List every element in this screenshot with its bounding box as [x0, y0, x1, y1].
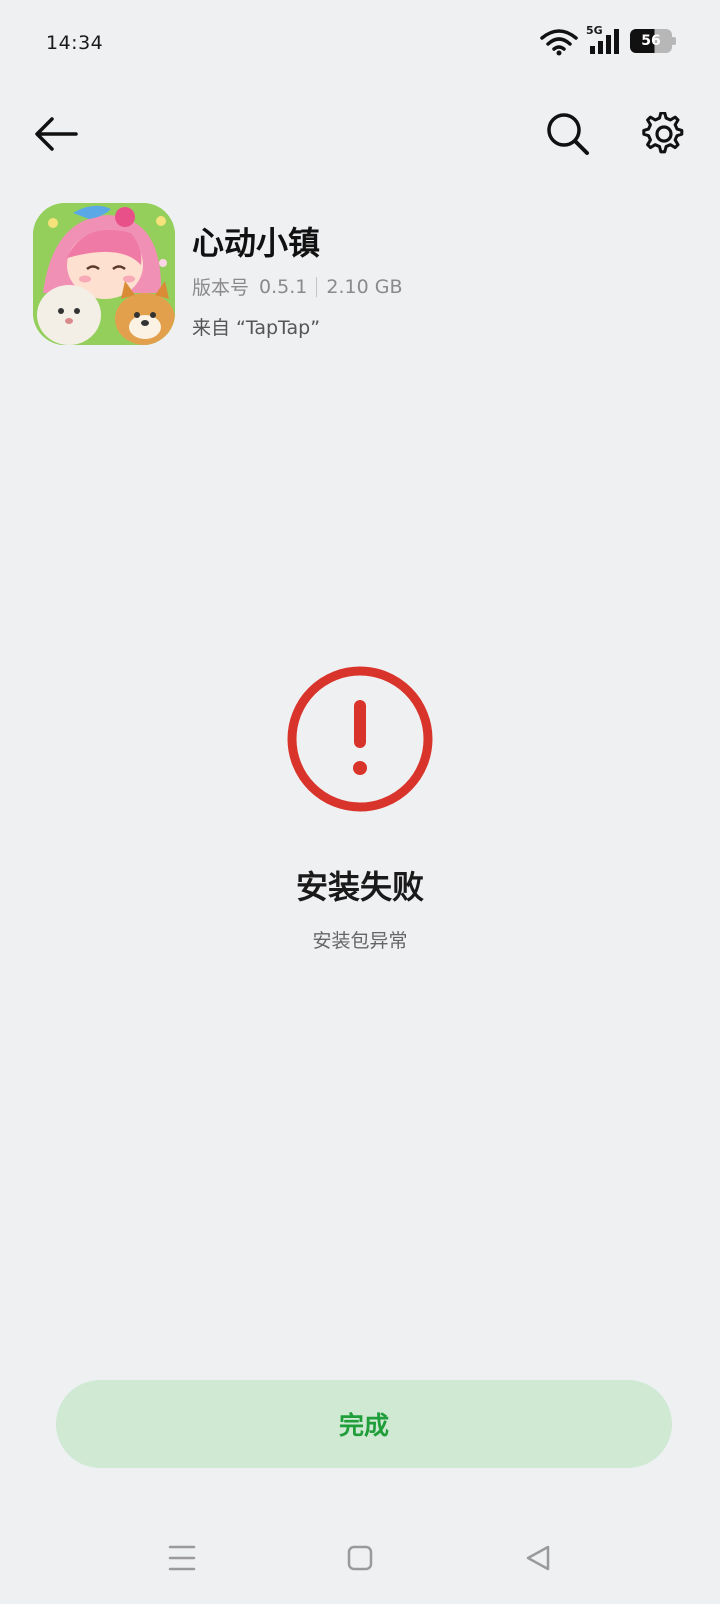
wifi-icon: [540, 29, 578, 56]
app-source: 来自 “TapTap”: [192, 317, 321, 339]
app-version: 0.5.1: [259, 275, 308, 298]
meta-divider: [316, 276, 318, 297]
menu-icon: [168, 1545, 196, 1571]
status-time: 14:34: [46, 32, 104, 54]
result-subtitle: 安装包异常: [312, 930, 408, 952]
battery-level: 56: [630, 29, 672, 53]
battery-icon: 56: [630, 29, 676, 53]
gear-icon: [642, 112, 684, 154]
done-button[interactable]: 完成: [56, 1380, 672, 1468]
error-icon: [287, 666, 433, 812]
nav-home-button[interactable]: [336, 1534, 384, 1582]
navigation-bar: [0, 1530, 720, 1590]
app-artwork-icon: [33, 203, 175, 345]
nav-menu-button[interactable]: [158, 1534, 206, 1582]
app-icon: [33, 203, 175, 345]
home-icon: [347, 1545, 373, 1571]
back-button[interactable]: [26, 104, 86, 164]
app-name: 心动小镇: [192, 224, 321, 262]
result-title: 安装失败: [295, 868, 424, 906]
install-result-screen: 14:34 5G 56 心动小镇 版本号 0.5.1 2.10 GB 来自 “T…: [0, 0, 720, 1604]
back-arrow-icon: [35, 117, 78, 151]
search-button[interactable]: [538, 104, 598, 164]
app-meta: 版本号 0.5.1 2.10 GB: [192, 273, 402, 300]
version-label: 版本号: [192, 277, 250, 299]
nav-back-button[interactable]: [514, 1534, 562, 1582]
settings-button[interactable]: [634, 104, 694, 164]
app-size: 2.10 GB: [326, 275, 403, 298]
back-icon: [526, 1545, 550, 1571]
signal-icon: 5G: [586, 24, 622, 54]
status-bar: 14:34 5G 56: [0, 0, 720, 90]
search-icon: [547, 113, 589, 155]
